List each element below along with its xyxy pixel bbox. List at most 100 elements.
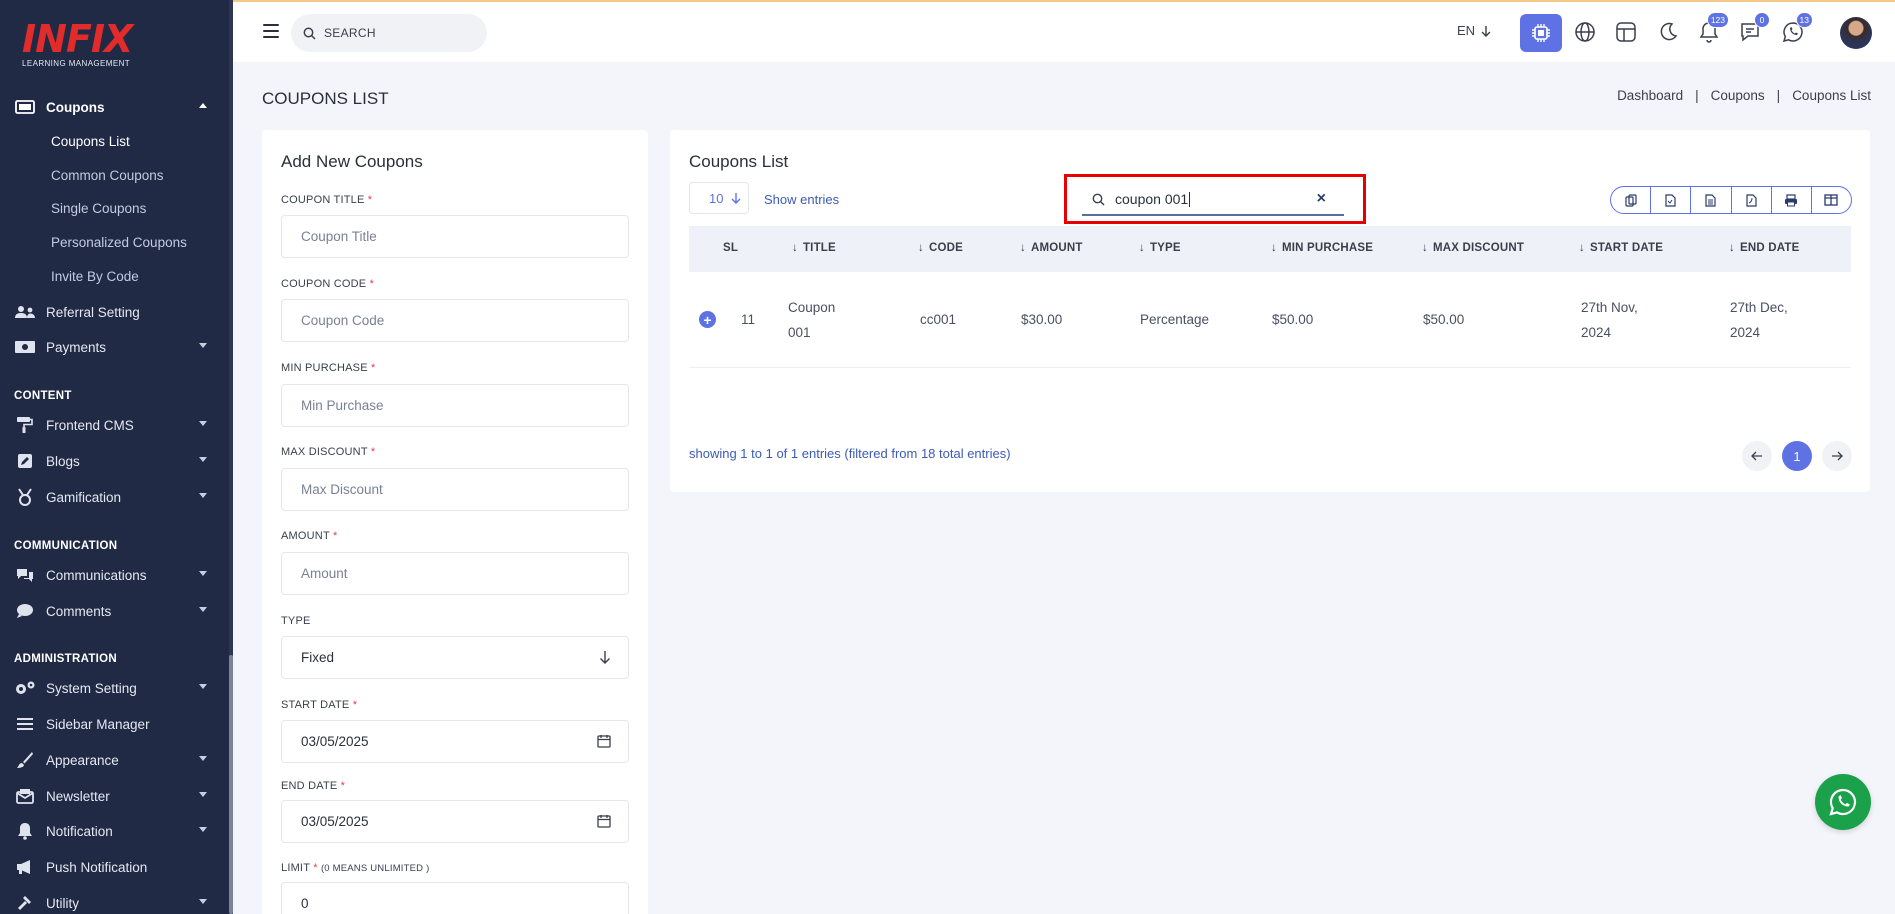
min-purchase-input[interactable]: Min Purchase bbox=[281, 384, 629, 427]
sidebar-item-label: Push Notification bbox=[46, 859, 148, 875]
sidebar-scrollbar[interactable] bbox=[229, 0, 233, 914]
moon-icon[interactable] bbox=[1654, 18, 1682, 46]
excel-icon[interactable] bbox=[1691, 187, 1732, 213]
print-icon[interactable] bbox=[1772, 187, 1812, 213]
layout-icon[interactable] bbox=[1612, 18, 1640, 46]
coupon-title-input[interactable]: Coupon Title bbox=[281, 215, 629, 258]
sidebar-subitem-coupons-list[interactable]: Coupons List bbox=[51, 134, 130, 149]
sidebar-item-system-setting[interactable]: System Setting bbox=[0, 673, 229, 703]
logo-text: INFIX bbox=[22, 17, 133, 61]
breadcrumb-coupons[interactable]: Coupons bbox=[1711, 88, 1765, 103]
previous-page-button[interactable] bbox=[1742, 441, 1772, 471]
sidebar-item-sidebar-manager[interactable]: Sidebar Manager bbox=[0, 709, 229, 739]
envelope-open-icon bbox=[14, 788, 36, 804]
cell-start-date: 27th Nov, 2024 bbox=[1581, 300, 1638, 340]
max-discount-input[interactable]: Max Discount bbox=[281, 468, 629, 511]
sidebar-item-push-notification[interactable]: Push Notification bbox=[0, 852, 229, 882]
chevron-up-icon bbox=[199, 103, 207, 108]
sidebar-item-label: Utility bbox=[46, 895, 79, 911]
breadcrumb-separator: | bbox=[1776, 88, 1781, 103]
start-date-label: START DATE * bbox=[281, 699, 358, 711]
sidebar-item-utility[interactable]: Utility bbox=[0, 888, 229, 914]
sidebar-item-communications[interactable]: Communications bbox=[0, 560, 229, 590]
start-date-input[interactable]: 03/05/2025 bbox=[281, 720, 629, 763]
sidebar-item-blogs[interactable]: Blogs bbox=[0, 446, 229, 476]
sidebar-item-payments[interactable]: Payments bbox=[0, 332, 229, 362]
end-date-input[interactable]: 03/05/2025 bbox=[281, 800, 629, 843]
whatsapp-header-icon[interactable]: 13 bbox=[1779, 12, 1813, 46]
arrow-right-icon bbox=[1832, 451, 1843, 461]
sidebar-item-label: Frontend CMS bbox=[46, 417, 134, 433]
clear-search-icon[interactable]: × bbox=[1317, 190, 1326, 208]
whatsapp-badge: 13 bbox=[1795, 12, 1813, 28]
sidebar-item-appearance[interactable]: Appearance bbox=[0, 745, 229, 775]
sidebar-item-referral[interactable]: Referral Setting bbox=[0, 297, 229, 327]
hammer-icon bbox=[14, 894, 36, 912]
sidebar-item-frontend-cms[interactable]: Frontend CMS bbox=[0, 410, 229, 440]
logo[interactable]: INFIX LEARNING MANAGEMENT bbox=[22, 20, 142, 72]
sidebar-item-coupons[interactable]: Coupons bbox=[0, 92, 229, 122]
sidebar-subitem-single-coupons[interactable]: Single Coupons bbox=[51, 201, 146, 216]
page-length-select[interactable]: 10 bbox=[689, 182, 749, 214]
column-header-type[interactable]: ↓ TYPE bbox=[1139, 242, 1181, 254]
globe-icon[interactable] bbox=[1571, 18, 1599, 46]
column-header-title[interactable]: ↓ TITLE bbox=[792, 242, 836, 254]
search-icon bbox=[303, 27, 316, 40]
limit-input[interactable]: 0 bbox=[281, 882, 629, 914]
coupon-code-input[interactable]: Coupon Code bbox=[281, 299, 629, 342]
column-header-sl[interactable]: SL bbox=[723, 242, 738, 254]
column-header-code[interactable]: ↓ CODE bbox=[918, 242, 963, 254]
edit-icon bbox=[14, 453, 36, 469]
sidebar-item-notification[interactable]: Notification bbox=[0, 816, 229, 846]
column-header-end-date[interactable]: ↓ END DATE bbox=[1729, 242, 1799, 254]
logo-subtitle: LEARNING MANAGEMENT bbox=[22, 59, 131, 68]
end-date-label: END DATE * bbox=[281, 780, 346, 792]
messages-icon[interactable]: 0 bbox=[1736, 12, 1770, 46]
scrollbar-thumb[interactable] bbox=[229, 655, 233, 914]
whatsapp-chat-button[interactable] bbox=[1815, 774, 1871, 830]
pdf-icon[interactable] bbox=[1732, 187, 1772, 213]
table-header: SL ↓ TITLE ↓ CODE ↓ AMOUNT ↓ TYPE ↓ MIN PURCH… bbox=[689, 226, 1851, 272]
column-header-max-discount[interactable]: ↓ MAX DISCOUNT bbox=[1422, 242, 1524, 254]
sidebar-item-newsletter[interactable]: Newsletter bbox=[0, 781, 229, 811]
menu-toggle-icon[interactable] bbox=[263, 24, 279, 38]
arrow-down-icon bbox=[1481, 25, 1491, 37]
global-search-input[interactable]: SEARCH bbox=[291, 14, 487, 52]
chip-icon[interactable] bbox=[1520, 14, 1562, 52]
breadcrumb-dashboard[interactable]: Dashboard bbox=[1617, 88, 1683, 103]
column-header-amount[interactable]: ↓ AMOUNT bbox=[1020, 242, 1083, 254]
column-header-min-purchase[interactable]: ↓ MIN PURCHASE bbox=[1271, 242, 1373, 254]
column-header-start-date[interactable]: ↓ START DATE bbox=[1579, 242, 1663, 254]
calendar-icon[interactable] bbox=[597, 814, 611, 828]
sidebar-subitem-invite-by-code[interactable]: Invite By Code bbox=[51, 269, 139, 284]
copy-icon[interactable] bbox=[1611, 187, 1652, 213]
chevron-down-icon bbox=[199, 827, 207, 832]
csv-icon[interactable] bbox=[1651, 187, 1692, 213]
page-title: COUPONS LIST bbox=[262, 89, 389, 108]
sidebar-item-label: Coupons bbox=[46, 99, 105, 115]
amount-input[interactable]: Amount bbox=[281, 552, 629, 595]
sidebar-subitem-common-coupons[interactable]: Common Coupons bbox=[51, 168, 164, 183]
top-bar: SEARCH EN 123 0 13 bbox=[233, 0, 1895, 62]
placeholder: Min Purchase bbox=[301, 398, 384, 413]
sidebar-item-label: Gamification bbox=[46, 489, 122, 505]
arrow-down-icon bbox=[731, 193, 741, 204]
cell-type: Percentage bbox=[1140, 312, 1210, 327]
sidebar-item-gamification[interactable]: Gamification bbox=[0, 482, 229, 512]
notifications-badge: 123 bbox=[1706, 12, 1729, 28]
list-heading: Coupons List bbox=[689, 152, 789, 171]
type-select[interactable]: Fixed bbox=[281, 636, 629, 679]
sidebar-item-label: Newsletter bbox=[46, 788, 110, 804]
avatar[interactable] bbox=[1840, 17, 1872, 49]
table-search-input[interactable]: coupon 001 × bbox=[1082, 184, 1344, 216]
sidebar-subitem-personalized-coupons[interactable]: Personalized Coupons bbox=[51, 235, 187, 250]
min-purchase-label: MIN PURCHASE * bbox=[281, 362, 376, 374]
language-selector[interactable]: EN bbox=[1457, 23, 1491, 38]
expand-row-icon[interactable]: + bbox=[699, 311, 716, 328]
columns-icon[interactable] bbox=[1812, 187, 1851, 213]
notifications-bell-icon[interactable]: 123 bbox=[1695, 12, 1729, 46]
next-page-button[interactable] bbox=[1822, 441, 1852, 471]
page-button-current[interactable]: 1 bbox=[1782, 441, 1812, 471]
calendar-icon[interactable] bbox=[597, 734, 611, 748]
sidebar-item-comments[interactable]: Comments bbox=[0, 596, 229, 626]
